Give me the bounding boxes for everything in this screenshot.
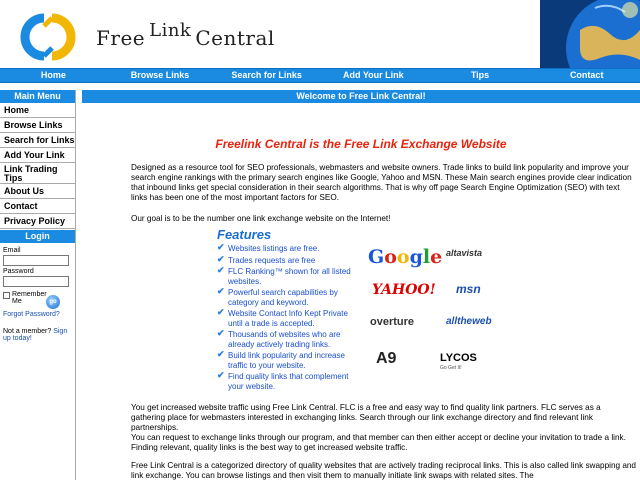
- traffic-paragraph: You get increased website traffic using …: [131, 403, 601, 432]
- remember-me-checkbox[interactable]: [3, 292, 10, 299]
- feature-item: ✔ Website Contact Info Kept Private until…: [217, 307, 348, 328]
- logo-word-free: Free: [96, 26, 146, 50]
- request-paragraph: You can request to exchange links throug…: [131, 433, 626, 452]
- alltheweb-logo: alltheweb: [446, 316, 492, 327]
- welcome-banner: Welcome to Free Link Central!: [82, 90, 640, 103]
- lycos-logo: LYCOS: [440, 352, 477, 364]
- goal-paragraph: Our goal is to be the number one link ex…: [131, 214, 391, 223]
- top-navigation: Home Browse Links Search for Links Add Y…: [0, 68, 640, 83]
- not-a-member-text: Not a member?: [3, 328, 52, 335]
- sidebar-item-privacy-policy[interactable]: Privacy Policy: [0, 214, 75, 229]
- logo-word-link: Link: [149, 20, 192, 41]
- checkmark-icon: ✔: [217, 370, 225, 380]
- nav-contact[interactable]: Contact: [533, 69, 640, 82]
- nav-home[interactable]: Home: [0, 69, 107, 82]
- msn-logo: msn: [456, 282, 481, 296]
- sidebar-item-browse-links[interactable]: Browse Links: [0, 118, 75, 133]
- checkmark-icon: ✔: [217, 265, 225, 275]
- nav-add-your-link[interactable]: Add Your Link: [320, 69, 427, 82]
- signup-prompt: Not a member? Sign up today!: [3, 328, 72, 342]
- intro-paragraph: Designed as a resource tool for SEO prof…: [131, 163, 632, 202]
- altavista-logo: altavista: [446, 248, 483, 258]
- search-engine-logos: Google altavista YAHOO! msn overture all…: [366, 238, 506, 378]
- features-list: ✔ Websites listings are free. ✔ Trades req…: [217, 242, 359, 391]
- directory-paragraph: Free Link Central is a categorized direc…: [131, 461, 636, 480]
- forgot-password-link[interactable]: Forgot Password?: [3, 311, 72, 318]
- login-heading: Login: [0, 230, 75, 243]
- feature-item: ✔ Trades requests are free: [217, 253, 316, 265]
- chain-link-logo-icon[interactable]: [14, 8, 82, 66]
- sidebar-item-search-for-links[interactable]: Search for Links: [0, 133, 75, 148]
- feature-item: ✔ Thousands of websites who are already a…: [217, 328, 341, 349]
- login-form: Email Password Remember Me go Forgot Pas…: [0, 243, 75, 344]
- globe-image-icon: [540, 0, 640, 68]
- feature-item: ✔ Build link popularity and increase traf…: [217, 349, 345, 370]
- remember-me-label: Remember Me: [12, 291, 47, 305]
- checkmark-icon: ✔: [217, 307, 225, 317]
- yahoo-logo: YAHOO!: [372, 282, 436, 298]
- site-header: Free Link Central: [0, 0, 640, 68]
- sidebar: Main Menu Home Browse Links Search for L…: [0, 90, 76, 480]
- sidebar-item-home[interactable]: Home: [0, 103, 75, 118]
- feature-item: ✔ Websites listings are free.: [217, 242, 320, 253]
- sidebar-item-contact[interactable]: Contact: [0, 199, 75, 214]
- checkmark-icon: ✔: [217, 242, 225, 252]
- sidebar-item-about-us[interactable]: About Us: [0, 184, 75, 199]
- page-title: Freelink Central is the Free Link Exchan…: [215, 137, 507, 151]
- features-box: Features ✔ Websites listings are free. ✔ T…: [217, 227, 359, 393]
- checkmark-icon: ✔: [217, 328, 225, 338]
- password-label: Password: [3, 268, 34, 275]
- directory-section: Free Link Central is a categorized direc…: [82, 461, 640, 480]
- email-label: Email: [3, 247, 21, 254]
- main-content: Welcome to Free Link Central! Freelink C…: [82, 90, 640, 480]
- google-logo: Google: [368, 246, 443, 268]
- feature-item: ✔ Find quality links that complement your…: [217, 370, 349, 391]
- nav-browse-links[interactable]: Browse Links: [107, 69, 214, 82]
- nav-search-for-links[interactable]: Search for Links: [213, 69, 320, 82]
- lycos-tagline: Go Get It!: [440, 365, 462, 371]
- email-field[interactable]: [3, 255, 69, 266]
- checkmark-icon: ✔: [217, 253, 225, 264]
- sidebar-item-link-trading-tips[interactable]: Link Trading Tips: [0, 163, 75, 184]
- traffic-section: You get increased website traffic using …: [82, 403, 640, 453]
- main-menu-heading: Main Menu: [0, 90, 75, 103]
- feature-item: ✔ Powerful search capabilities by categor…: [217, 286, 338, 307]
- sidebar-item-add-your-link[interactable]: Add Your Link: [0, 148, 75, 163]
- feature-item: ✔ FLC Ranking™ shown for all listed websi…: [217, 265, 351, 286]
- checkmark-icon: ✔: [217, 286, 225, 296]
- site-logo-text[interactable]: Free Link Central: [96, 20, 275, 50]
- go-button[interactable]: go: [46, 295, 60, 309]
- overture-logo: overture: [370, 316, 415, 328]
- remember-row: Remember Me go: [3, 291, 72, 309]
- nav-tips[interactable]: Tips: [427, 69, 534, 82]
- a9-logo: A9: [376, 350, 397, 367]
- password-field[interactable]: [3, 276, 69, 287]
- logo-word-central: Central: [195, 26, 275, 50]
- checkmark-icon: ✔: [217, 349, 225, 359]
- features-heading: Features: [217, 227, 272, 242]
